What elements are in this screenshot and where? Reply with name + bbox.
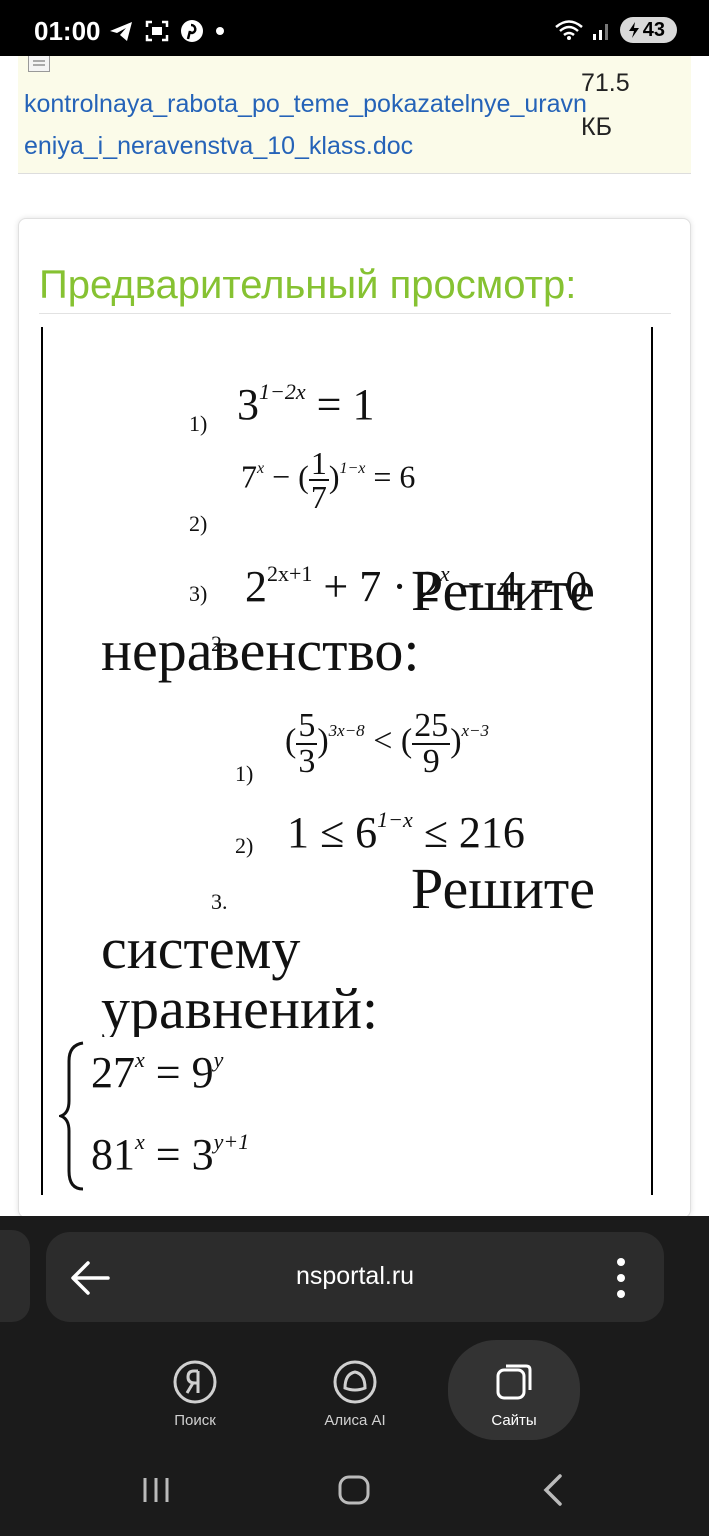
eq3-base: 2 [245,561,267,611]
yandex-icon [173,1360,217,1404]
section3-heading-2: систему [101,916,301,981]
signal-icon [592,24,608,40]
item-number: 2) [235,833,254,858]
nav-sites[interactable]: Сайты [448,1340,580,1440]
alice-icon [333,1360,377,1404]
nav-label: Поиск [174,1412,216,1429]
preview-card: Предварительный просмотр: 1) 31−2x = 1 2… [18,218,691,1216]
dot-icon [216,27,224,35]
recents-icon[interactable] [140,1474,172,1506]
system-navigation [0,1450,709,1536]
battery-icon [628,22,639,38]
preview-title: Предварительный просмотр: [39,263,577,307]
status-icons-left [108,18,226,44]
item-number: 1) [189,411,208,436]
battery-indicator: 43 [619,17,677,43]
equation-system: 27x = 9y 81x = 3y+1 [57,1037,313,1195]
equation-1: 31−2x = 1 [237,379,375,430]
battery-level: 43 [642,19,665,41]
status-time: 01:00 [34,16,101,46]
file-download-link[interactable]: kontrolnaya_rabota_po_teme_pokazatelnye_… [24,83,594,167]
doc-right-border [651,327,653,1195]
browser-bar: nsportal.ru [0,1216,709,1340]
item-number: 3) [189,581,208,606]
status-bar: 01:00 43 [0,0,709,56]
more-vert-icon[interactable] [616,1256,626,1300]
wifi-icon [554,20,583,40]
url-text[interactable]: nsportal.ru [46,1262,664,1291]
doc-file-icon [28,56,50,72]
section-number: 3. [211,889,228,914]
home-icon[interactable] [336,1472,372,1508]
equation-2: 7x − (1 7)1−x = 6 [237,441,420,513]
section2-heading-1: Решите [411,558,596,623]
sites-icon [496,1364,532,1400]
pinterest-icon [181,20,203,42]
system-brace-icon [59,1041,84,1191]
web-content[interactable]: kontrolnaya_rabota_po_teme_pokazatelnye_… [0,56,709,1216]
nav-label: Алиса AI [324,1412,386,1429]
eq3-exponent: 2x+1 [267,561,313,586]
inequality-1: (5 3)3x−8 < (25 9)x−3 [281,681,494,781]
section2-heading-2: неравенство: [101,618,420,683]
tabs-pill[interactable] [0,1230,30,1322]
file-size: 71.5 КБ [581,69,630,141]
address-bar[interactable]: nsportal.ru [46,1232,664,1322]
section3-heading-3: уравнений: [101,976,379,1041]
file-download-row: kontrolnaya_rabota_po_teme_pokazatelnye_… [18,56,691,174]
inequality-2: 1 ≤ 61−x ≤ 216 [281,787,531,857]
doc-left-border [41,327,43,1195]
title-divider [39,313,671,314]
status-icons-right: 43 [554,16,677,44]
nav-search[interactable]: Поиск [130,1340,260,1440]
screenshot-icon [145,20,169,42]
bottom-nav: Поиск Алиса AI Сайты [0,1340,709,1450]
nav-alice[interactable]: Алиса AI [290,1340,420,1440]
nav-label: Сайты [491,1412,537,1429]
item-number: 1) [235,761,254,786]
item-number: 2) [189,511,208,536]
section3-heading-1: Решите [411,856,596,921]
telegram-icon [110,22,132,41]
back-icon[interactable] [538,1472,568,1508]
